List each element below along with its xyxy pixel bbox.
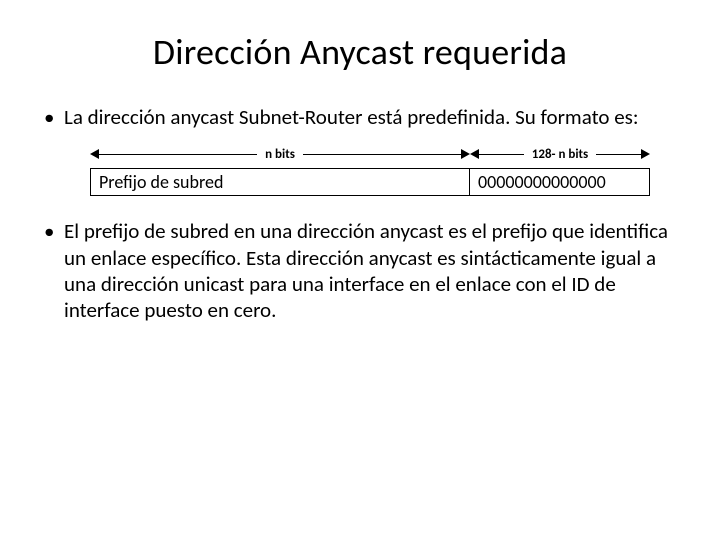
- bullet-list-2: El prefijo de subred en una dirección an…: [40, 218, 680, 323]
- arrow-left-head-icon: [470, 149, 479, 159]
- bit-width-row: n bits 128- n bits: [90, 144, 650, 164]
- n-bits-span: n bits: [90, 144, 470, 164]
- slide-title: Dirección Anycast requerida: [40, 30, 680, 74]
- subnet-prefix-box: Prefijo de subred: [90, 168, 470, 196]
- bullet-item-1: La dirección anycast Subnet-Router está …: [40, 104, 680, 130]
- bullet-list: La dirección anycast Subnet-Router está …: [40, 104, 680, 130]
- 128-n-bits-label: 128- n bits: [524, 147, 596, 162]
- bullet-item-2: El prefijo de subred en una dirección an…: [40, 218, 680, 323]
- address-box-row: Prefijo de subred 00000000000000: [90, 168, 650, 196]
- arrow-right-head-icon: [641, 149, 650, 159]
- zeros-box: 00000000000000: [470, 168, 650, 196]
- slide: Dirección Anycast requerida La dirección…: [0, 0, 720, 540]
- arrow-right-head-icon: [461, 149, 470, 159]
- arrow-left-head-icon: [90, 149, 99, 159]
- n-bits-label: n bits: [257, 147, 303, 162]
- 128-n-bits-span: 128- n bits: [470, 144, 650, 164]
- address-format-diagram: n bits 128- n bits Prefijo de subred 000…: [90, 144, 650, 196]
